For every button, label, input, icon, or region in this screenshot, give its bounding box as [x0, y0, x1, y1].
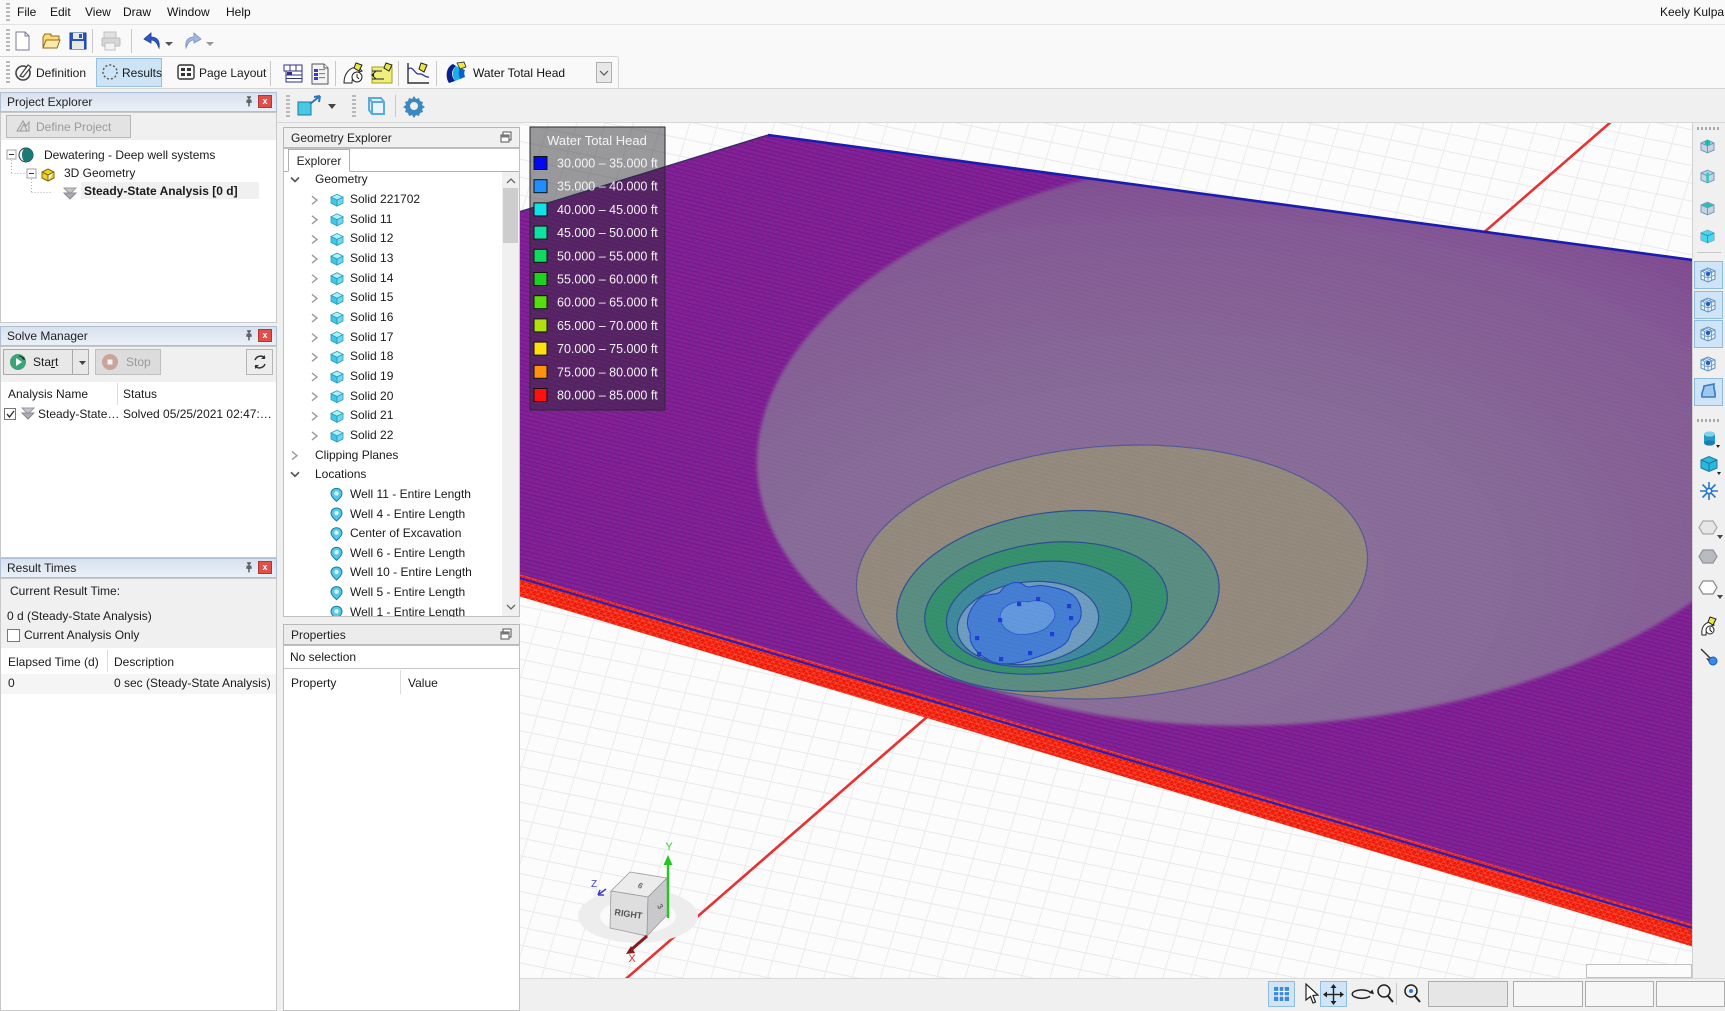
- svg-text:Water Total Head: Water Total Head: [547, 133, 647, 148]
- svg-text:70.000 – 75.000 ft: 70.000 – 75.000 ft: [557, 342, 658, 356]
- svg-text:Z: Z: [591, 879, 597, 890]
- svg-text:Y: Y: [665, 841, 673, 853]
- svg-text:60.000 – 65.000 ft: 60.000 – 65.000 ft: [557, 296, 658, 310]
- svg-text:75.000 – 80.000 ft: 75.000 – 80.000 ft: [557, 365, 658, 379]
- svg-text:55.000 – 60.000 ft: 55.000 – 60.000 ft: [557, 273, 658, 287]
- svg-text:X: X: [628, 953, 636, 965]
- svg-text:35.000 – 40.000 ft: 35.000 – 40.000 ft: [557, 180, 658, 194]
- svg-text:45.000 – 50.000 ft: 45.000 – 50.000 ft: [557, 226, 658, 240]
- svg-text:30.000 – 35.000 ft: 30.000 – 35.000 ft: [557, 157, 658, 171]
- svg-text:80.000 – 85.000 ft: 80.000 – 85.000 ft: [557, 389, 658, 403]
- svg-text:50.000 – 55.000 ft: 50.000 – 55.000 ft: [557, 249, 658, 263]
- svg-text:40.000 – 45.000 ft: 40.000 – 45.000 ft: [557, 203, 658, 217]
- svg-text:65.000 – 70.000 ft: 65.000 – 70.000 ft: [557, 319, 658, 333]
